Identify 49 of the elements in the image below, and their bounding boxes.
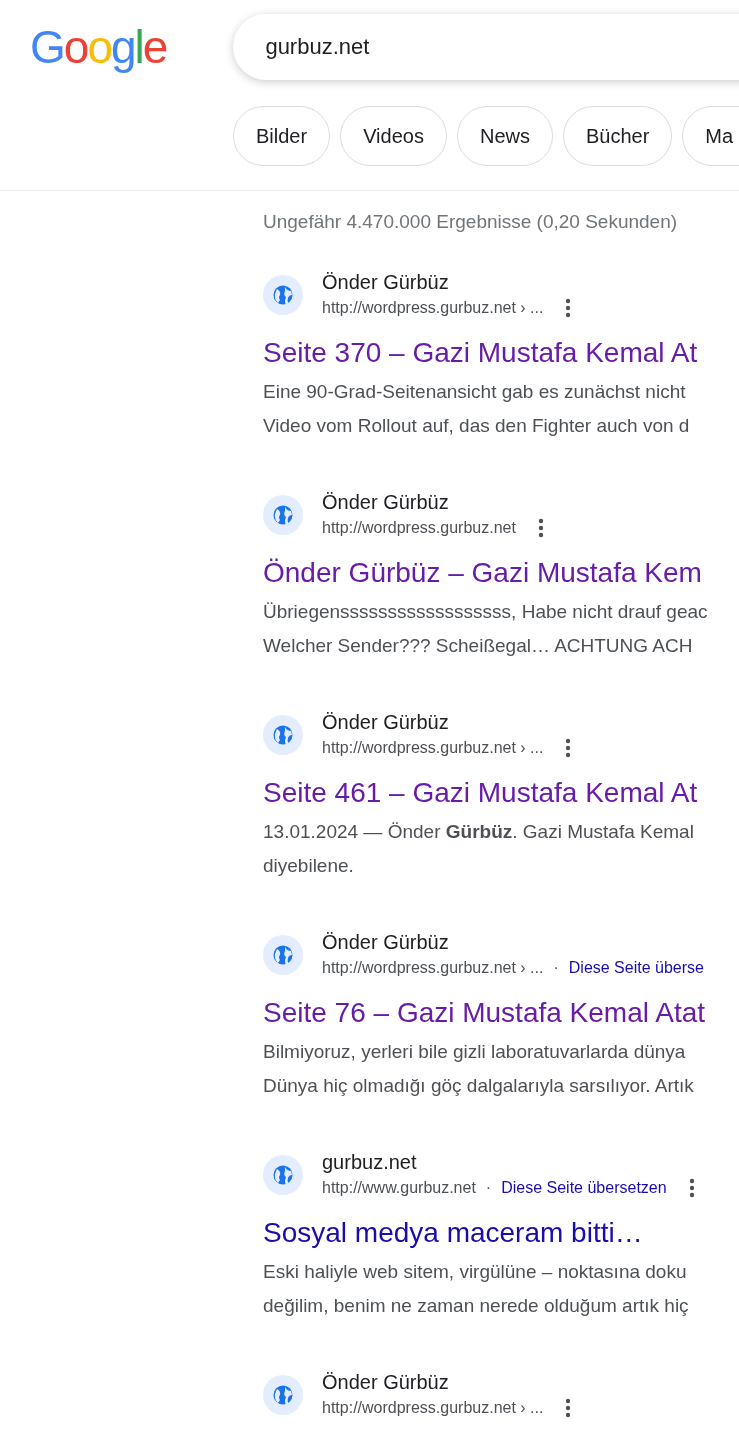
globe-icon xyxy=(263,1155,303,1195)
globe-icon xyxy=(263,715,303,755)
globe-icon xyxy=(263,495,303,535)
globe-icon xyxy=(263,935,303,975)
result-snippet: Übriegenssssssssssssssssss, Habe nicht drauf geac xyxy=(263,600,709,624)
result-snippet: Bilmiyoruz, yerleri bile gizli laboratuvarlarda dünya xyxy=(263,1040,687,1064)
site-name: Önder Gürbüz xyxy=(322,1370,450,1395)
result-snippet: 13.01.2024 — Önder Gürbüz. Gazi Mustafa Kemal xyxy=(263,820,695,844)
result-url: http://www.gurbuz.net xyxy=(322,1178,476,1198)
result-title-link[interactable]: Seite 76 – Gazi Mustafa Kemal Atat xyxy=(263,995,739,1031)
globe-icon xyxy=(263,1375,303,1415)
filter-chip[interactable]: Ma xyxy=(682,106,739,166)
result-snippet: Dünya hiç olmadığı göç dalgalarıyla sarsılıyor. Artık xyxy=(263,1074,695,1098)
filter-chip[interactable]: Bücher xyxy=(562,106,673,166)
result-url: http://wordpress.gurbuz.net › ... xyxy=(322,298,544,318)
site-name: Önder Gürbüz xyxy=(322,710,450,735)
separator-dot: · xyxy=(485,1178,492,1198)
translate-link[interactable]: Diese Seite übersetzen xyxy=(501,1175,667,1201)
result-title-link[interactable]: Seite 370 – Gazi Mustafa Kemal At xyxy=(263,335,739,371)
result-url: http://wordpress.gurbuz.net xyxy=(322,518,516,538)
separator-dot: · xyxy=(553,958,559,978)
globe-icon xyxy=(263,275,303,315)
result-title-link[interactable]: Seite 461 – Gazi Mustafa Kemal At xyxy=(263,775,739,811)
filter-chip[interactable]: Videos xyxy=(340,106,447,166)
result-url: http://wordpress.gurbuz.net › ... xyxy=(322,958,544,978)
site-name: Önder Gürbüz xyxy=(322,930,450,955)
result-url: http://wordpress.gurbuz.net › ... xyxy=(322,738,544,758)
site-name: Önder Gürbüz xyxy=(322,490,450,515)
more-options-icon[interactable] xyxy=(565,1398,572,1418)
translate-link[interactable]: Diese Seite überse xyxy=(568,955,704,981)
more-options-icon[interactable] xyxy=(565,298,572,318)
more-options-icon[interactable] xyxy=(565,738,572,758)
filter-chip[interactable]: News xyxy=(456,106,553,166)
more-options-icon[interactable] xyxy=(537,518,544,538)
site-name: Önder Gürbüz xyxy=(322,270,450,295)
more-options-icon[interactable] xyxy=(688,1178,695,1198)
result-url: http://wordpress.gurbuz.net › ... xyxy=(322,1398,544,1418)
result-title-link[interactable]: Sosyal medya maceram bitti… xyxy=(263,1215,739,1251)
result-stats: Ungefähr 4.470.000 Ergebnisse (0,20 Sekunden) xyxy=(263,211,679,233)
result-title-link[interactable]: Önder Gürbüz – Gazi Mustafa Kem xyxy=(263,555,739,591)
result-snippet: Eine 90-Grad-Seitenansicht gab es zunächst nicht xyxy=(263,380,687,404)
result-snippet: değilim, benim ne zaman nerede olduğum artık hiç xyxy=(263,1294,690,1318)
filter-chip[interactable]: Bilder xyxy=(233,106,331,166)
result-snippet: Welcher Sender??? Scheißegal… ACHTUNG ACH xyxy=(263,634,694,658)
result-snippet: Eski haliyle web sitem, virgülüne – noktasına doku xyxy=(263,1260,688,1284)
result-snippet: Video vom Rollout auf, das den Fighter auch von d xyxy=(263,414,691,438)
search-field[interactable]: gurbuz.net xyxy=(233,14,739,80)
result-snippet: diyebilene. xyxy=(263,854,355,878)
site-name: gurbuz.net xyxy=(322,1150,418,1175)
